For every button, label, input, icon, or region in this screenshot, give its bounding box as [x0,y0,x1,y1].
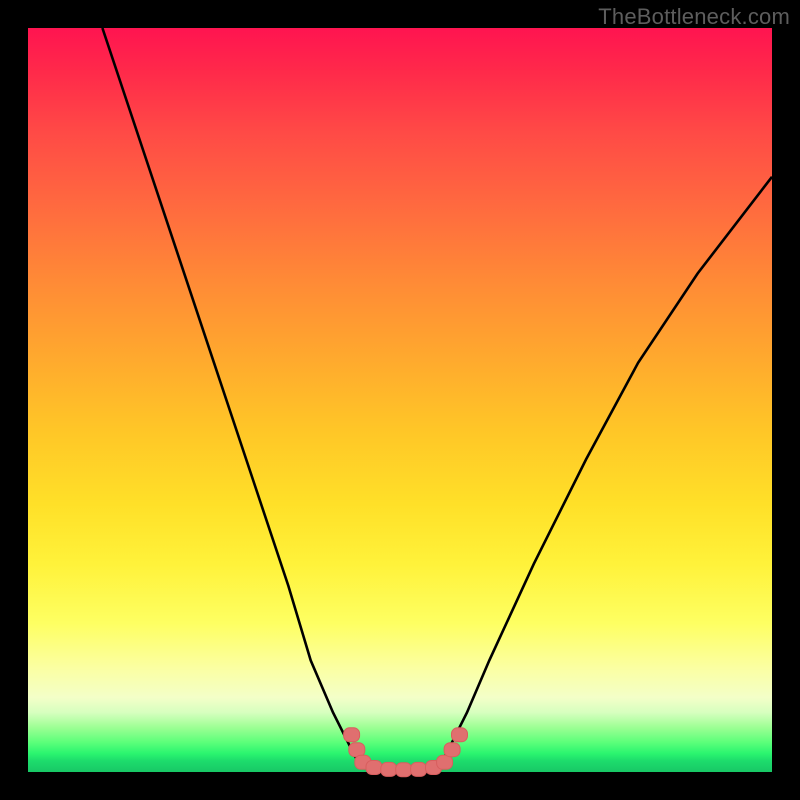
bottleneck-curve [102,28,772,770]
curve-marker [452,728,468,742]
curve-layer [28,28,772,772]
curve-marker [411,762,427,776]
curve-marker [366,761,382,775]
watermark-text: TheBottleneck.com [598,4,790,30]
curve-markers [344,728,468,777]
curve-marker [381,762,397,776]
plot-area [28,28,772,772]
curve-marker [437,755,453,769]
curve-marker [349,743,365,757]
chart-frame: TheBottleneck.com [0,0,800,800]
curve-marker [444,743,460,757]
curve-marker [344,728,360,742]
curve-marker [396,763,412,777]
